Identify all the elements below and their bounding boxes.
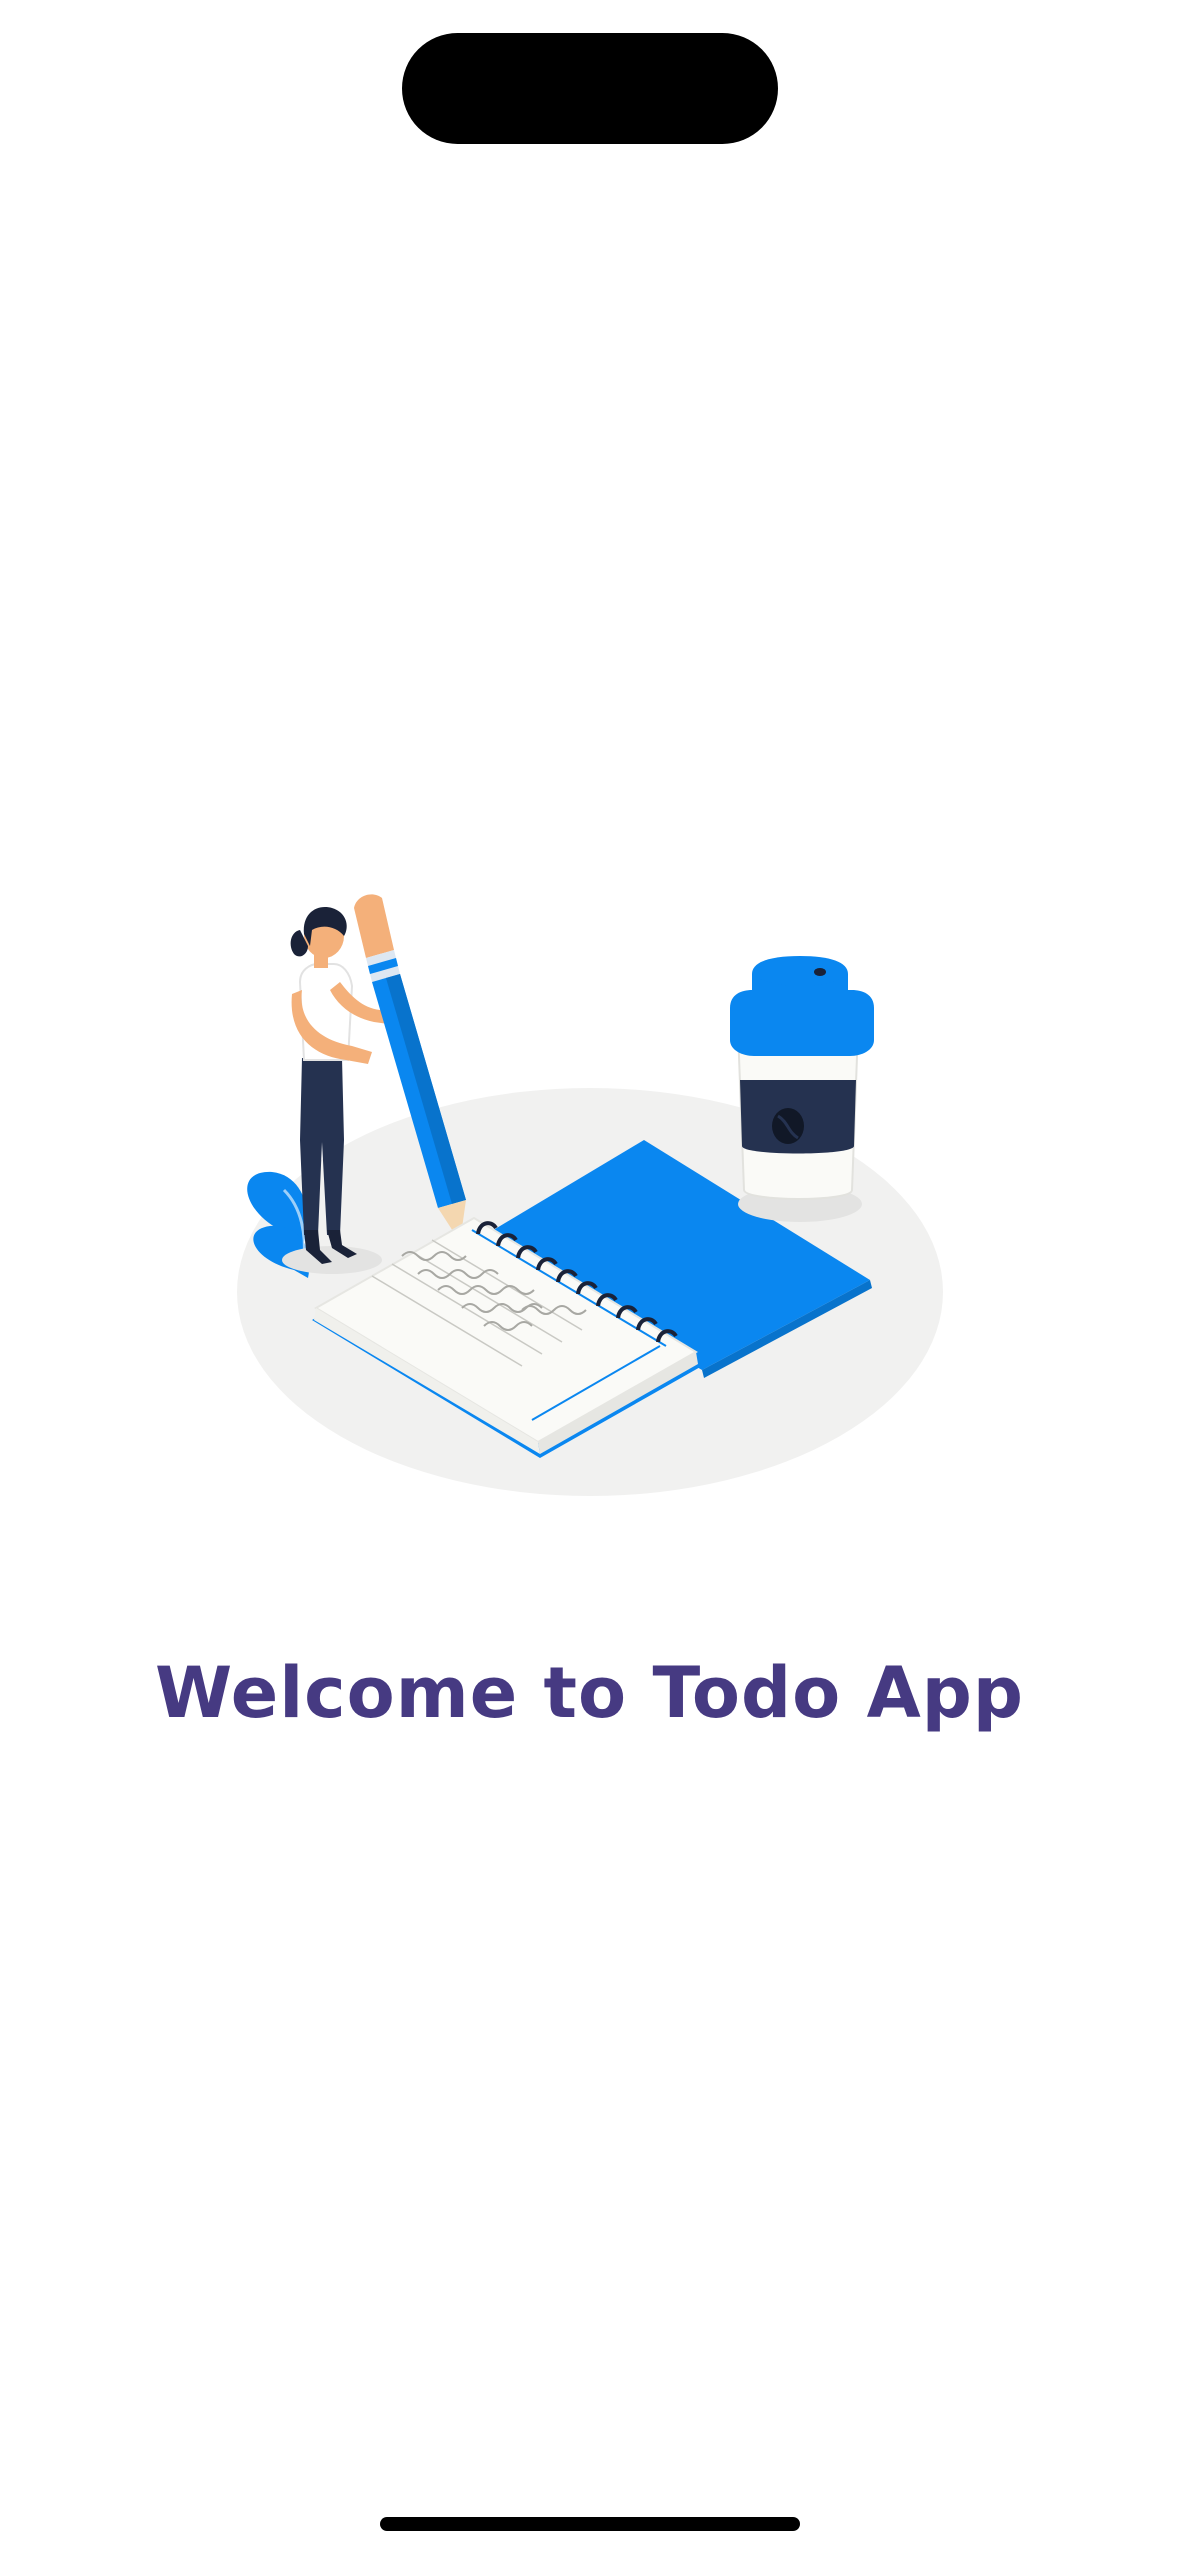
notebook-writing-illustration: [237, 894, 943, 1496]
dynamic-island: [402, 33, 778, 144]
home-indicator[interactable]: [380, 2517, 800, 2531]
coffee-cup-icon: [730, 956, 874, 1222]
welcome-title: Welcome to Todo App: [155, 1652, 1024, 1734]
